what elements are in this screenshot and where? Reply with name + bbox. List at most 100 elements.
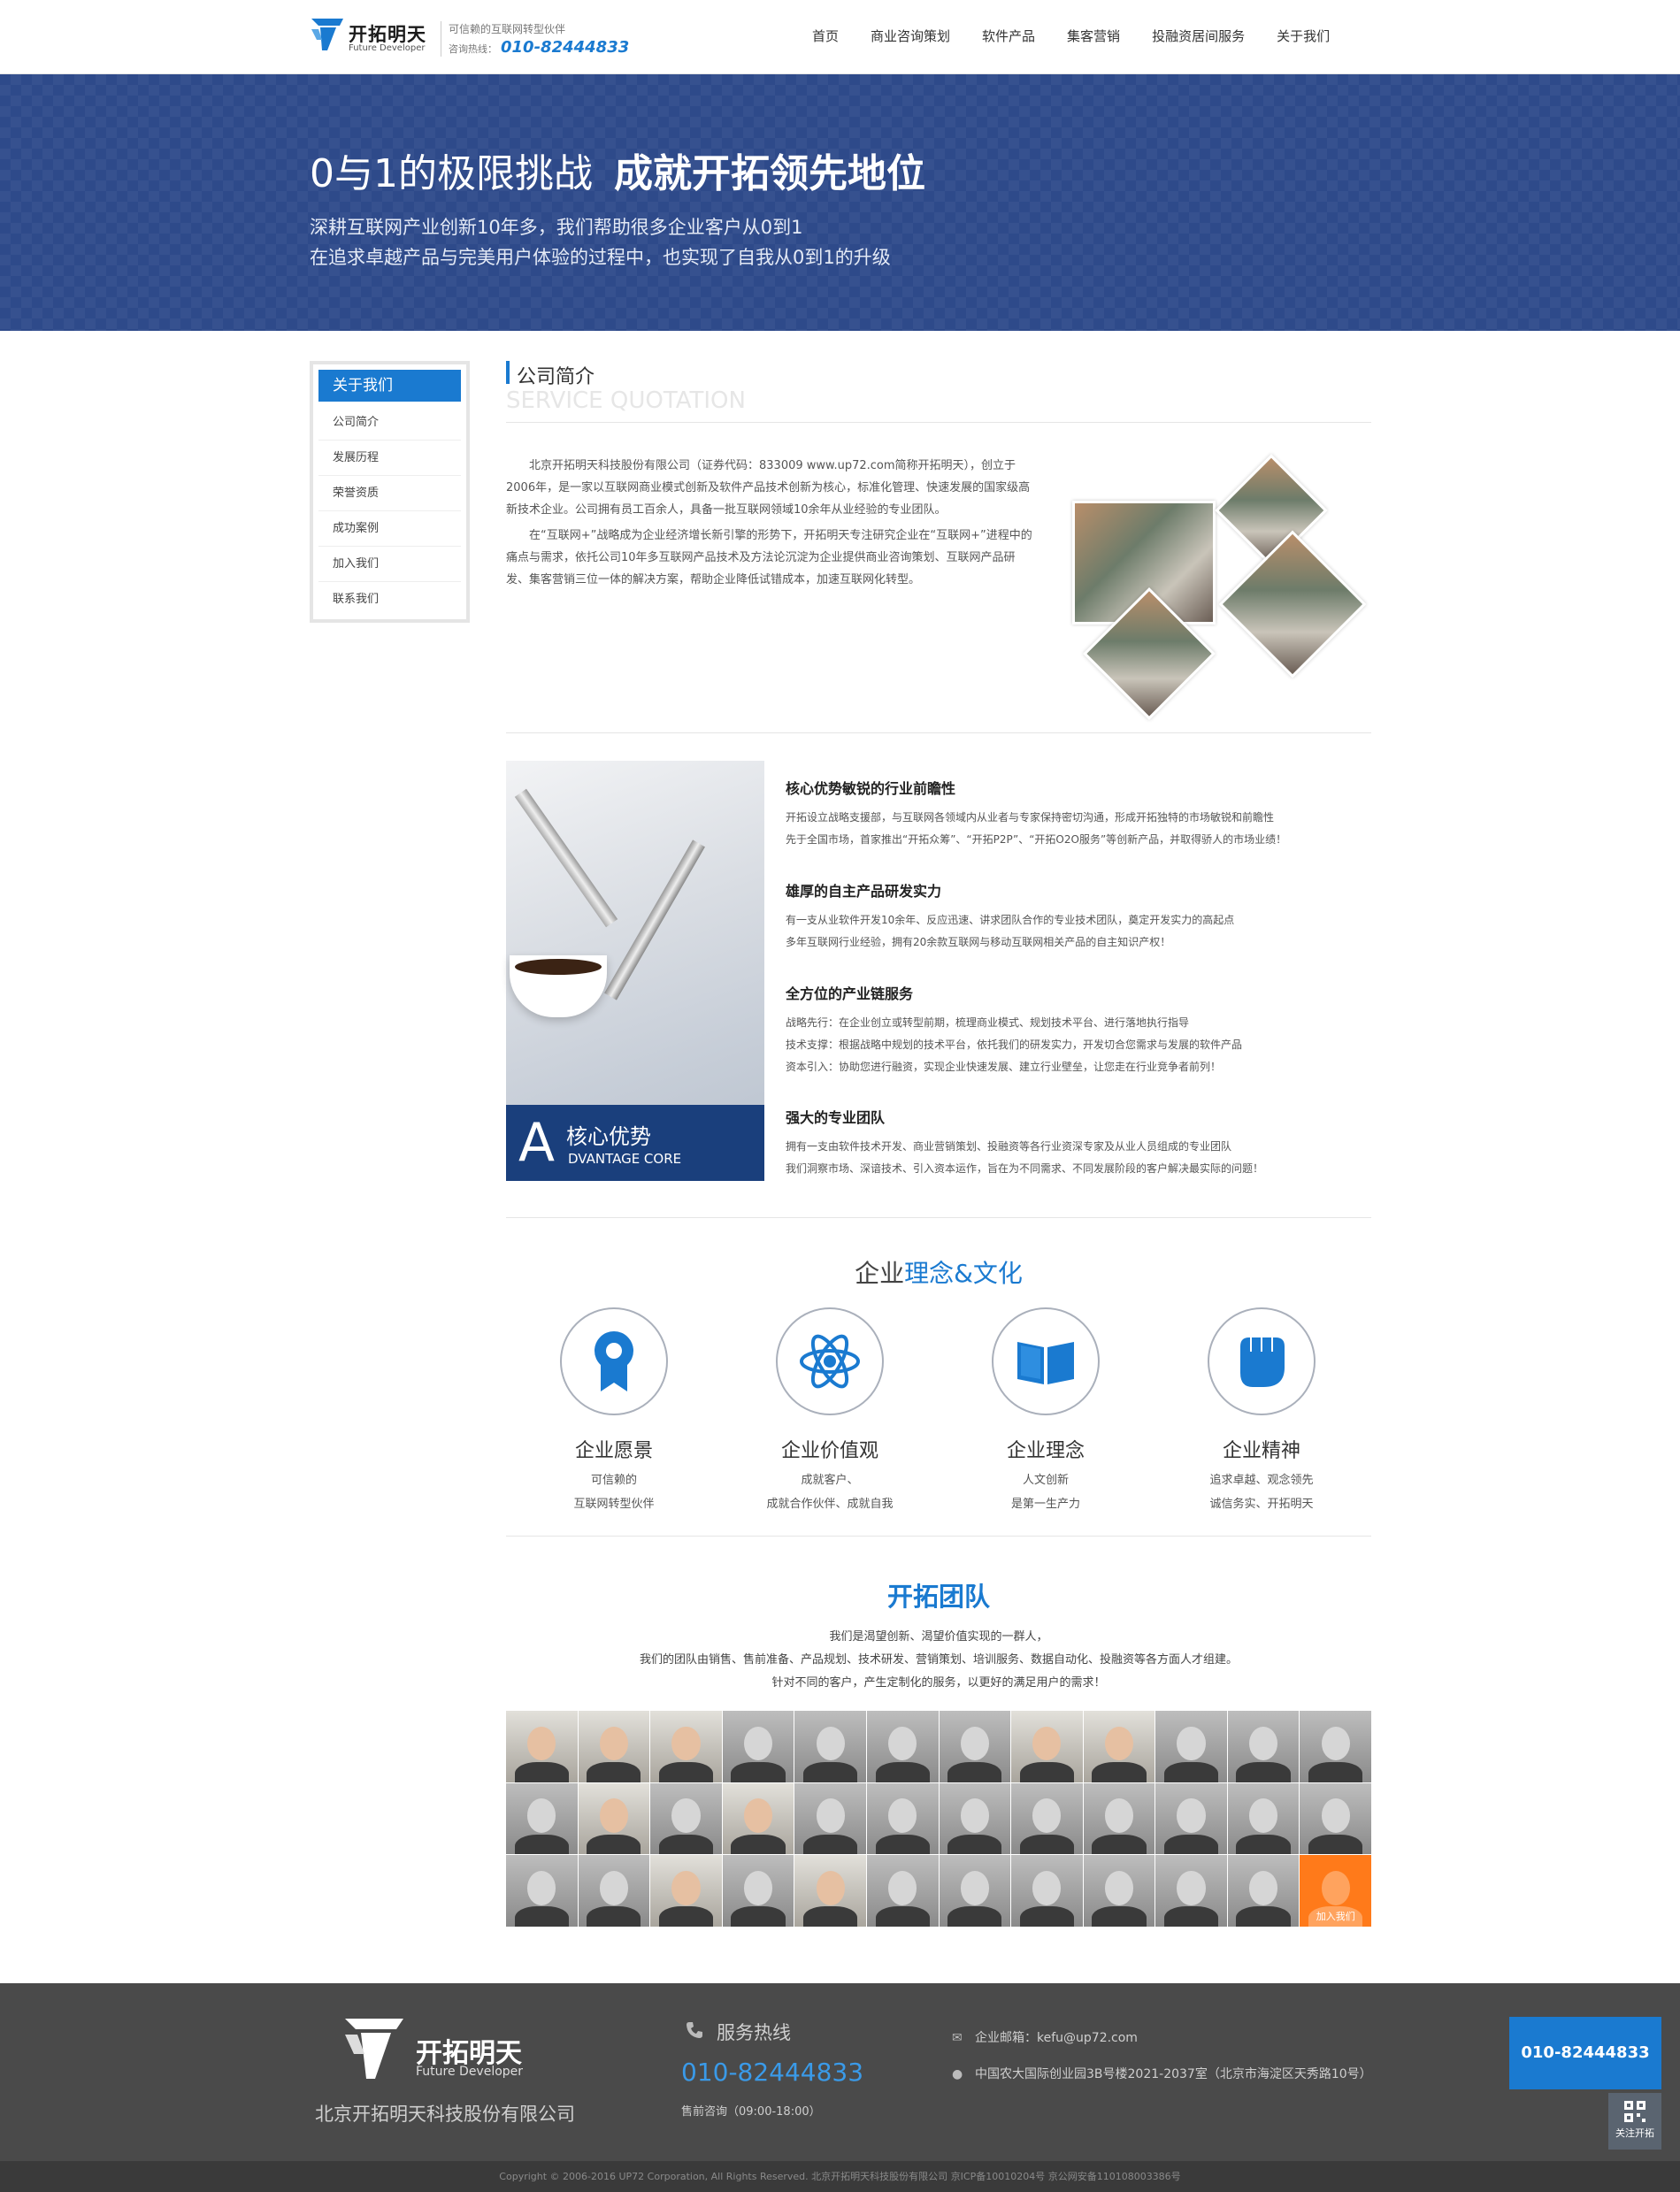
team-member-photo [1011, 1782, 1083, 1855]
culture-item-vision: 企业愿景 可信赖的 互联网转型伙伴 [525, 1307, 702, 1516]
team-member-photo [1227, 1855, 1300, 1927]
nav-software[interactable]: 软件产品 [966, 27, 1051, 45]
culture-item-line: 成就合作伙伴、成就自我 [766, 1498, 894, 1511]
footer-phone[interactable]: 010-82444833 [681, 2058, 863, 2087]
advantage-line: 我们洞察市场、深谙技术、引入资本运作，旨在为不同需求、不同发展阶段的客户解决最实… [786, 1162, 1264, 1175]
advantage-line: 开拓设立战略支援部，与互联网各领域内从业者与专家保持密切沟通，形成开拓独特的市场… [786, 811, 1275, 824]
sidebar-item-history[interactable]: 发展历程 [318, 441, 461, 476]
hero-banner [0, 74, 1680, 331]
qr-label: 关注开拓 [1615, 2127, 1654, 2139]
intro-subtitle: SERVICE QUOTATION [506, 387, 746, 414]
nav-about[interactable]: 关于我们 [1261, 27, 1346, 45]
banner-line-2: 在追求卓越产品与完美用户体验的过程中，也实现了自我从0到1的升级 [310, 247, 891, 268]
team-member-photo [866, 1782, 939, 1855]
caption-en: DVANTAGE CORE [568, 1151, 682, 1167]
team-member-photo [1011, 1711, 1083, 1782]
footer-hours: 售前咨询（09:00-18:00） [681, 2105, 821, 2119]
pen-graphic [604, 839, 705, 1000]
tagline-text: 可信赖的互联网转型伙伴 [449, 23, 566, 35]
floating-qr-button[interactable]: 关注开拓 [1608, 2093, 1661, 2150]
team-member-photo [794, 1782, 866, 1855]
culture-item-line: 成就客户、 [801, 1474, 859, 1487]
hotline: 咨询热线： 010-82444833 [449, 38, 629, 57]
team-member-photo [650, 1782, 722, 1855]
footer-email-text: 企业邮箱：kefu@up72.com [975, 2031, 1138, 2045]
floating-phone-button[interactable]: 010-82444833 [1509, 2017, 1661, 2089]
sidebar-item-honors[interactable]: 荣誉资质 [318, 476, 461, 511]
team-member-photo [1011, 1855, 1083, 1927]
culture-item-line: 追求卓越、观念领先 [1209, 1474, 1314, 1487]
about-sidebar: 关于我们 公司简介 发展历程 荣誉资质 成功案例 加入我们 联系我们 [310, 361, 470, 623]
sidebar-item-intro[interactable]: 公司简介 [318, 405, 461, 441]
culture-item-title: 企业精神 [1222, 1440, 1300, 1462]
logo-mark-icon [311, 19, 343, 50]
culture-item-line: 人文创新 [1022, 1474, 1069, 1487]
nav-marketing[interactable]: 集客营销 [1051, 27, 1136, 45]
team-member-photo [722, 1855, 794, 1927]
site-logo[interactable]: 开拓明天 Future Developer [310, 15, 433, 56]
footer-hotline-label: 服务热线 [717, 2022, 791, 2043]
culture-item-values: 企业价值观 成就客户、 成就合作伙伴、成就自我 [741, 1307, 918, 1516]
advantage-title: 雄厚的自主产品研发实力 [786, 883, 942, 900]
phone-icon [685, 2020, 704, 2043]
team-member-photo [650, 1711, 722, 1782]
team-member-photo [794, 1855, 866, 1927]
caption-big-letter: A [518, 1112, 556, 1174]
join-us-label: 加入我们 [1316, 1910, 1355, 1922]
advantage-list: 核心优势敏锐的行业前瞻性 开拓设立战略支援部，与互联网各领域内从业者与专家保持密… [786, 777, 1369, 1208]
culture-item-title: 企业理念 [1006, 1440, 1085, 1462]
banner-line-1: 深耕互联网产业创新10年多，我们帮助很多企业客户从0到1 [310, 217, 803, 238]
copyright-bar: Copyright © 2006-2016 UP72 Corporation, … [0, 2161, 1680, 2192]
banner-title: 0与1的极限挑战 成就开拓领先地位 [310, 142, 925, 198]
team-member-photo [1083, 1782, 1155, 1855]
advantage-line: 多年互联网行业经验，拥有20余款互联网与移动互联网相关产品的自主知识产权！ [786, 936, 1171, 948]
intro-paragraph-2: 在“互联网+”战略成为企业经济增长新引擎的形势下，开拓明天专注研究企业在“互联网… [506, 529, 1032, 586]
sidebar-head[interactable]: 关于我们 [318, 370, 461, 402]
advantage-title: 全方位的产业链服务 [786, 985, 914, 1002]
qr-code-icon [1624, 2101, 1645, 2122]
join-us-tile[interactable]: 加入我们 [1300, 1855, 1371, 1927]
header-tagline: 可信赖的互联网转型伙伴 咨询热线： 010-82444833 [441, 21, 629, 57]
team-photo-collage [1072, 453, 1373, 720]
team-member-photo [939, 1711, 1011, 1782]
team-member-photo [866, 1855, 939, 1927]
culture-item-line: 是第一生产力 [1010, 1498, 1080, 1511]
team-member-photo [1155, 1711, 1227, 1782]
advantage-image: A 核心优势 DVANTAGE CORE [506, 761, 764, 1181]
culture-item-desc: 追求卓越、观念领先 诚信务实、开拓明天 [1173, 1468, 1350, 1516]
culture-item-line: 诚信务实、开拓明天 [1209, 1498, 1314, 1511]
advantage-line: 战略先行：在企业创立或转型前期，梳理商业模式、规划技术平台、进行落地执行指导 [786, 1016, 1190, 1029]
footer-company: 北京开拓明天科技股份有限公司 [315, 2104, 575, 2125]
team-member-photo [650, 1855, 722, 1927]
nav-home[interactable]: 首页 [796, 27, 855, 45]
team-member-photo [1083, 1711, 1155, 1782]
intro-title: 公司简介 [517, 366, 595, 388]
heading-accent-bar [506, 361, 510, 384]
team-member-photo [794, 1711, 866, 1782]
team-member-photo [939, 1782, 1011, 1855]
culture-item-desc: 可信赖的 互联网转型伙伴 [525, 1468, 702, 1516]
sidebar-item-contact[interactable]: 联系我们 [318, 582, 461, 617]
culture-item-line: 可信赖的 [590, 1474, 637, 1487]
fist-icon [1208, 1307, 1316, 1415]
team-member-photo [506, 1711, 578, 1782]
team-member-photo [1300, 1711, 1371, 1782]
sidebar-item-join[interactable]: 加入我们 [318, 547, 461, 582]
footer-email[interactable]: ✉ 企业邮箱：kefu@up72.com [952, 2028, 1138, 2046]
team-title: 开拓团队 [886, 1582, 990, 1612]
advantage-line: 资本引入：协助您进行融资，实现企业快速发展、建立行业壁垒，让您走在行业竞争者前列… [786, 1061, 1222, 1073]
advantage-caption: A 核心优势 DVANTAGE CORE [506, 1105, 764, 1181]
nav-investment[interactable]: 投融资居间服务 [1136, 27, 1261, 45]
nav-consulting[interactable]: 商业咨询策划 [855, 27, 966, 45]
intro-text: 北京开拓明天科技股份有限公司（证券代码：833009 www.up72.com简… [506, 455, 1037, 594]
intro-paragraph-1: 北京开拓明天科技股份有限公司（证券代码：833009 www.up72.com简… [506, 459, 1031, 517]
advantage-item: 强大的专业团队 拥有一支由软件技术开发、商业营销策划、投融资等各行业资深专家及从… [786, 1106, 1369, 1208]
intro-heading: 公司简介 SERVICE QUOTATION [506, 361, 1371, 423]
sidebar-item-cases[interactable]: 成功案例 [318, 511, 461, 547]
culture-item-desc: 成就客户、成就合作伙伴、成就自我 [741, 1468, 918, 1516]
team-member-photo [722, 1782, 794, 1855]
team-member-photo [506, 1855, 578, 1927]
team-member-photo [1227, 1711, 1300, 1782]
culture-item-title: 企业愿景 [574, 1440, 653, 1462]
culture-title-pre: 企业 [855, 1259, 905, 1288]
